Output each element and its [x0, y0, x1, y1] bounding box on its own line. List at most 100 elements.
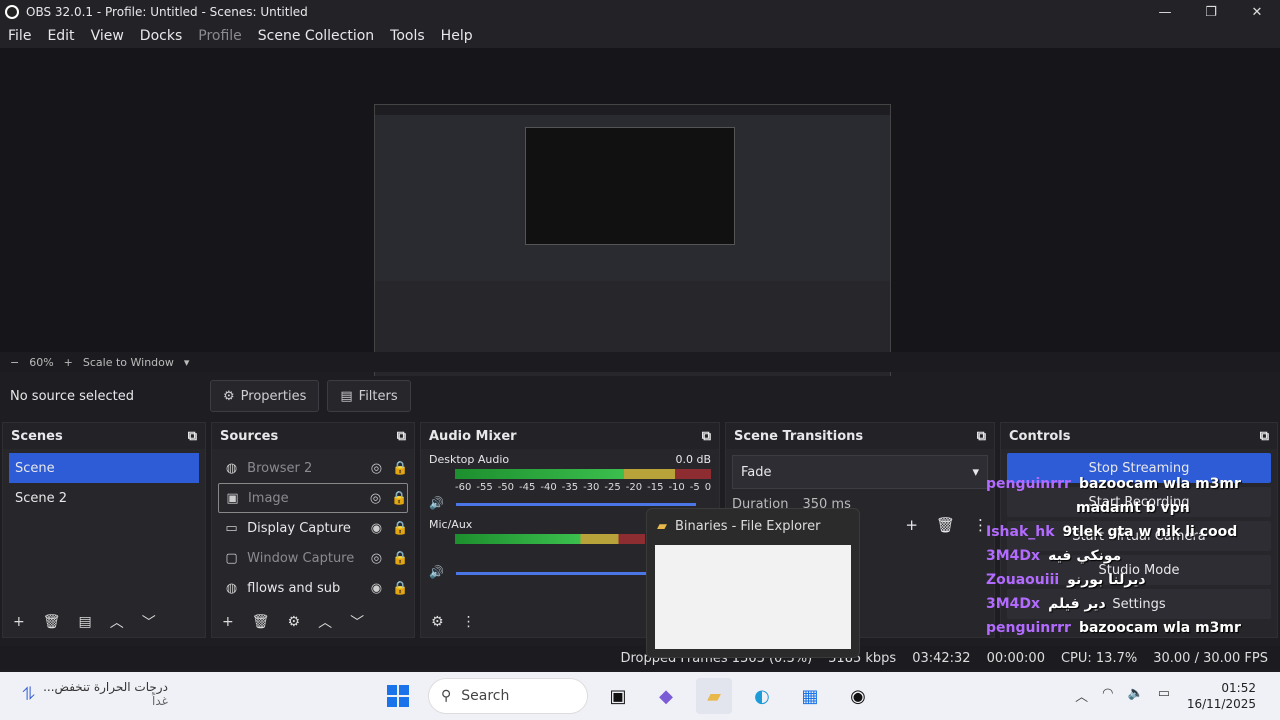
- filters-button[interactable]: ▤ Filters: [327, 380, 411, 412]
- menu-profile[interactable]: Profile: [190, 28, 250, 44]
- add-icon[interactable]: +: [222, 614, 234, 630]
- volume-icon[interactable]: 🔈: [1128, 686, 1144, 705]
- source-label: fllows and sub: [247, 580, 341, 596]
- transition-select[interactable]: Fade ▾: [732, 455, 988, 489]
- maximize-button[interactable]: ❐: [1188, 0, 1234, 24]
- clock-date: 16/11/2025: [1186, 697, 1256, 711]
- filter-icon[interactable]: ▤: [79, 614, 92, 630]
- source-label: Window Capture: [247, 550, 355, 566]
- scene-item[interactable]: Scene: [9, 453, 199, 483]
- add-icon[interactable]: +: [13, 614, 25, 630]
- edge-icon[interactable]: ◐: [744, 678, 780, 714]
- source-item[interactable]: ▣ Image ◎ 🔒: [218, 483, 408, 513]
- move-up-icon[interactable]: ︿: [318, 612, 332, 632]
- add-icon[interactable]: +: [905, 516, 918, 534]
- chevron-down-icon[interactable]: ▾: [184, 356, 190, 369]
- trash-icon[interactable]: 🗑: [252, 614, 270, 630]
- menu-help[interactable]: Help: [433, 28, 481, 44]
- menu-tools[interactable]: Tools: [382, 28, 433, 44]
- eye-icon[interactable]: ◉: [369, 581, 384, 596]
- chat-line: 3M4Dx مونكي فيه: [986, 548, 1122, 564]
- title-bar: OBS 32.0.1 - Profile: Untitled - Scenes:…: [0, 0, 1280, 24]
- source-item[interactable]: ◍ fllows and sub ◉ 🔒: [218, 573, 408, 603]
- properties-button[interactable]: ⚙ Properties: [210, 380, 320, 412]
- undock-icon[interactable]: ⧉: [397, 429, 406, 444]
- source-status: No source selected: [10, 388, 134, 404]
- folder-icon: ▰: [657, 518, 667, 534]
- more-icon[interactable]: ⋮: [462, 614, 476, 630]
- scenes-dock: Scenes ⧉ Scene Scene 2 + 🗑 ▤ ︿ ﹀: [2, 422, 206, 638]
- eye-hidden-icon[interactable]: ◎: [369, 551, 384, 566]
- gear-icon[interactable]: ⚙: [288, 614, 301, 630]
- thermometer-icon: ⥮: [22, 683, 36, 705]
- lock-icon[interactable]: 🔒: [392, 461, 408, 476]
- store-icon[interactable]: ▦: [792, 678, 828, 714]
- source-item[interactable]: ▭ Display Capture ◉ 🔒: [218, 513, 408, 543]
- undock-icon[interactable]: ⧉: [188, 429, 197, 444]
- wifi-icon[interactable]: ◠: [1102, 686, 1113, 705]
- search-icon: ⚲: [441, 688, 452, 704]
- scene-label: Scene 2: [15, 490, 68, 506]
- zoom-out-button[interactable]: −: [10, 356, 19, 369]
- source-item[interactable]: ◍ Browser 2 ◎ 🔒: [218, 453, 408, 483]
- trash-icon[interactable]: 🗑: [43, 614, 61, 630]
- eye-hidden-icon[interactable]: ◎: [369, 461, 384, 476]
- volume-meter: [455, 534, 645, 544]
- controls-title: Controls: [1009, 428, 1071, 444]
- search-box[interactable]: ⚲ Search: [428, 678, 588, 714]
- cpu-usage: CPU: 13.7%: [1060, 650, 1138, 666]
- source-item[interactable]: ▢ Window Capture ◎ 🔒: [218, 543, 408, 573]
- speaker-icon[interactable]: 🔊: [429, 496, 444, 510]
- volume-slider[interactable]: [455, 572, 646, 575]
- eye-icon[interactable]: ◉: [369, 521, 384, 536]
- taskbar-thumbnail[interactable]: ▰ Binaries - File Explorer: [646, 508, 860, 658]
- task-view-icon[interactable]: ▣: [600, 678, 636, 714]
- menu-view[interactable]: View: [83, 28, 132, 44]
- windows-start-icon[interactable]: [380, 678, 416, 714]
- clock[interactable]: 01:52 16/11/2025: [1187, 680, 1256, 712]
- chevron-up-icon[interactable]: ︿: [1075, 686, 1088, 705]
- m365-icon[interactable]: ◆: [648, 678, 684, 714]
- lock-icon[interactable]: 🔒: [392, 521, 408, 536]
- move-down-icon[interactable]: ﹀: [350, 612, 364, 632]
- menu-file[interactable]: File: [0, 28, 39, 44]
- source-toolbar: No source selected ⚙ Properties ▤ Filter…: [0, 376, 1280, 416]
- lock-icon[interactable]: 🔒: [392, 581, 408, 596]
- zoom-bar: − 60% + Scale to Window ▾: [0, 352, 1280, 372]
- close-button[interactable]: ✕: [1234, 0, 1280, 24]
- gear-icon[interactable]: ⚙: [431, 614, 444, 630]
- speaker-icon[interactable]: 🔊: [429, 565, 444, 579]
- scene-transitions-title: Scene Transitions: [734, 428, 864, 444]
- scene-item[interactable]: Scene 2: [9, 483, 199, 513]
- undock-icon[interactable]: ⧉: [1260, 429, 1269, 444]
- move-down-icon[interactable]: ﹀: [142, 612, 156, 632]
- battery-icon[interactable]: ▭: [1158, 686, 1170, 705]
- scene-label: Scene: [15, 460, 55, 476]
- window-preview[interactable]: [655, 545, 851, 649]
- menu-scene-collection[interactable]: Scene Collection: [250, 28, 382, 44]
- lock-icon[interactable]: 🔒: [392, 551, 408, 566]
- eye-hidden-icon[interactable]: ◎: [368, 491, 383, 506]
- move-up-icon[interactable]: ︿: [110, 612, 124, 632]
- live-time: 03:42:32: [912, 650, 971, 666]
- menu-docks[interactable]: Docks: [132, 28, 190, 44]
- globe-icon: ◍: [225, 580, 238, 596]
- minimize-button[interactable]: —: [1142, 0, 1188, 24]
- trash-icon[interactable]: 🗑: [936, 516, 955, 534]
- obs-icon[interactable]: ◉: [840, 678, 876, 714]
- undock-icon[interactable]: ⧉: [702, 429, 711, 444]
- undock-icon[interactable]: ⧉: [977, 429, 986, 444]
- globe-icon: ◍: [225, 460, 238, 476]
- lock-icon[interactable]: 🔒: [391, 491, 407, 506]
- weather-widget[interactable]: ⥮ درجات الحرارة تنخفض... غداً: [22, 680, 168, 708]
- file-explorer-icon[interactable]: ▰: [696, 678, 732, 714]
- scale-mode[interactable]: Scale to Window: [83, 356, 174, 369]
- volume-slider[interactable]: [455, 503, 696, 506]
- zoom-in-button[interactable]: +: [64, 356, 73, 369]
- image-icon: ▣: [226, 490, 239, 506]
- menu-edit[interactable]: Edit: [39, 28, 82, 44]
- filter-icon: ▤: [340, 388, 353, 404]
- chat-line: Ishak_hk 9tlek gta w nik li cood: [986, 524, 1238, 540]
- properties-label: Properties: [240, 388, 307, 404]
- preview-area[interactable]: [0, 48, 1280, 396]
